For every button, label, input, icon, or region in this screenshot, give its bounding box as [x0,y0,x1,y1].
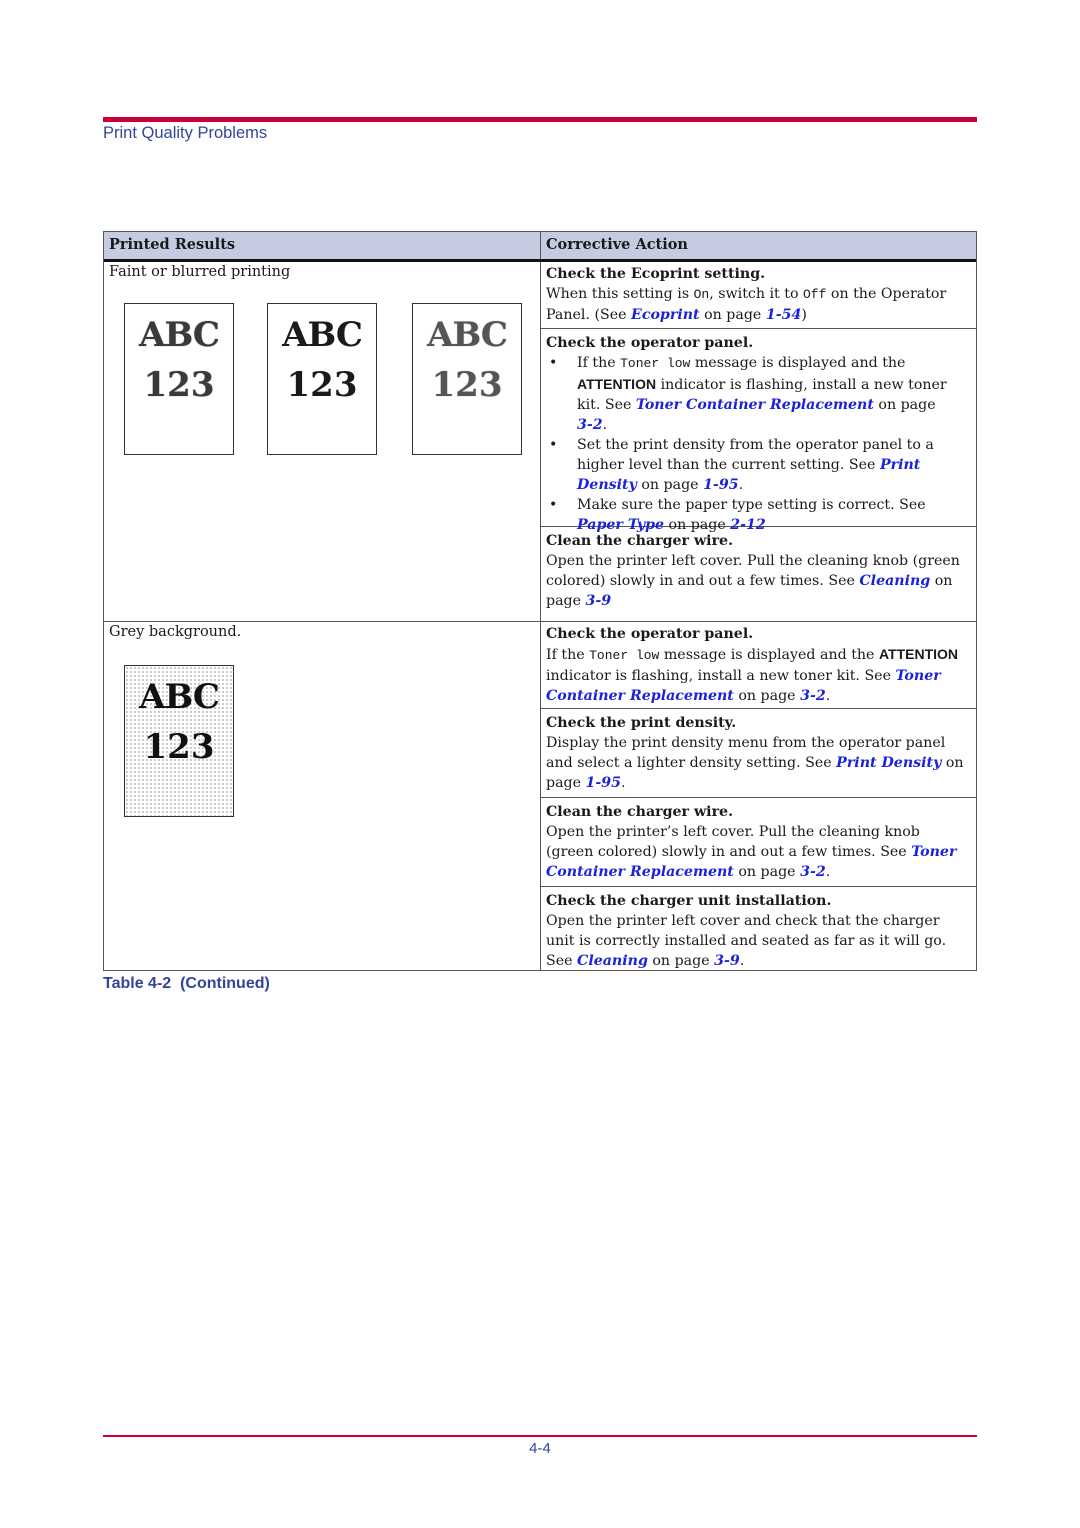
page-link[interactable]: 1-95 [703,477,739,493]
code-toner-low: Toner low [589,648,660,663]
text: on page [636,477,704,493]
text: . [602,417,608,433]
sample-page-image: ABC 123 [124,303,234,455]
table-row: Grey background. ABC 123 Check the opera… [104,622,976,970]
printed-result-label: Grey background. [109,624,242,640]
text: . [825,688,831,704]
text: on page [733,864,801,880]
sample-text-123: 123 [431,365,503,405]
column-header-printed-results: Printed Results [104,232,541,259]
action-body: Open the printer’s left cover. Pull the … [546,822,971,882]
text: on page [733,688,801,704]
action-block-charger-wire: Clean the charger wire. Open the printer… [541,798,976,887]
attention-label: ATTENTION [577,376,657,392]
sample-text-123: 123 [286,365,358,405]
text: Make sure the paper type setting is corr… [577,497,926,513]
action-block-ecoprint: Check the Ecoprint setting. When this se… [541,262,976,329]
text: . [739,953,745,969]
action-block-charger-unit: Check the charger unit installation. Ope… [541,887,976,977]
text: on page [664,517,731,533]
page-link[interactable]: 3-2 [577,417,603,433]
bullet-item: If the Toner low message is displayed an… [546,353,971,435]
text: . [738,477,744,493]
running-header: Print Quality Problems [103,124,268,142]
text: on page [647,953,715,969]
action-bullet-list: If the Toner low message is displayed an… [546,353,971,535]
page-link[interactable]: 1-95 [586,775,622,791]
printed-result-cell: Grey background. ABC 123 [104,622,541,970]
sample-text-abc: ABC [139,677,220,717]
sample-page-image: ABC 123 [412,303,522,455]
code-off: Off [803,287,827,302]
link-toner-container-replacement[interactable]: Toner Container Replacement [636,397,874,413]
link-ecoprint[interactable]: Ecoprint [631,307,700,323]
bullet-item: Make sure the paper type setting is corr… [546,495,971,535]
action-title: Check the operator panel. [546,626,754,642]
sample-text-123: 123 [143,365,215,405]
action-block-operator-panel: Check the operator panel. If the Toner l… [541,329,976,533]
text: , switch it to [709,286,803,302]
table-caption: Table 4-2 (Continued) [103,975,270,992]
page-link[interactable]: 1-54 [766,307,802,323]
page-link[interactable]: 3-2 [800,688,826,704]
action-body: Open the printer left cover and check th… [546,911,971,971]
action-title: Check the operator panel. [546,335,754,351]
link-cleaning[interactable]: Cleaning [577,953,648,969]
attention-label: ATTENTION [878,646,959,662]
action-title: Check the charger unit installation. [546,893,832,909]
printed-result-cell: Faint or blurred printing ABC 123 ABC 12… [104,262,541,621]
action-title: Clean the charger wire. [546,804,734,820]
link-paper-type[interactable]: Paper Type [577,517,664,533]
text: . [825,864,831,880]
column-header-corrective-action: Corrective Action [546,236,688,253]
text: . [621,775,626,791]
text: If the [577,355,621,371]
bullet-item: Set the print density from the operator … [546,435,971,495]
sample-page-image: ABC 123 [267,303,377,455]
link-cleaning[interactable]: Cleaning [859,573,930,589]
action-body: When this setting is On, switch it to Of… [546,284,971,325]
text: indicator is flashing, install a new ton… [546,668,896,684]
action-block-print-density: Check the print density. Display the pri… [541,709,976,798]
header-rule [103,117,977,122]
sample-page-image: ABC 123 [124,665,234,817]
page-link[interactable]: 3-9 [714,953,740,969]
sample-text-123: 123 [143,727,215,767]
page-link[interactable]: 2-12 [730,517,766,533]
corrective-action-cell: Check the operator panel. If the Toner l… [541,622,976,970]
code-toner-low: Toner low [620,356,691,371]
printed-result-label: Faint or blurred printing [109,264,291,280]
page-link[interactable]: 3-2 [800,864,826,880]
text: If the [546,647,590,663]
page-number: 4-4 [529,1440,551,1457]
text: ) [801,307,807,323]
text: When this setting is [546,286,694,302]
action-block-charger-wire: Clean the charger wire. Open the printer… [541,527,976,617]
table-header-row: Printed Results Corrective Action [104,232,976,262]
table-row: Faint or blurred printing ABC 123 ABC 12… [104,262,976,622]
text: on page [873,397,936,413]
print-quality-table: Printed Results Corrective Action Faint … [103,231,977,971]
action-body: Display the print density menu from the … [546,733,971,793]
text: message is displayed and the [659,647,879,663]
text: Open the printer’s left cover. Pull the … [546,824,920,860]
sample-text-abc: ABC [427,315,508,355]
action-body: Open the printer left cover. Pull the cl… [546,551,971,611]
page-link[interactable]: 3-9 [586,593,612,609]
sample-text-abc: ABC [282,315,363,355]
footer-rule [103,1435,977,1437]
text: message is displayed and the [690,355,906,371]
corrective-action-cell: Check the Ecoprint setting. When this se… [541,262,976,621]
action-body: If the Toner low message is displayed an… [546,644,971,706]
action-title: Check the print density. [546,715,737,731]
text: on page [699,307,766,323]
action-title: Check the Ecoprint setting. [546,266,766,282]
link-print-density[interactable]: Print Density [836,755,941,771]
code-on: On [693,287,710,302]
sample-text-abc: ABC [139,315,220,355]
action-block-operator-panel: Check the operator panel. If the Toner l… [541,622,976,709]
